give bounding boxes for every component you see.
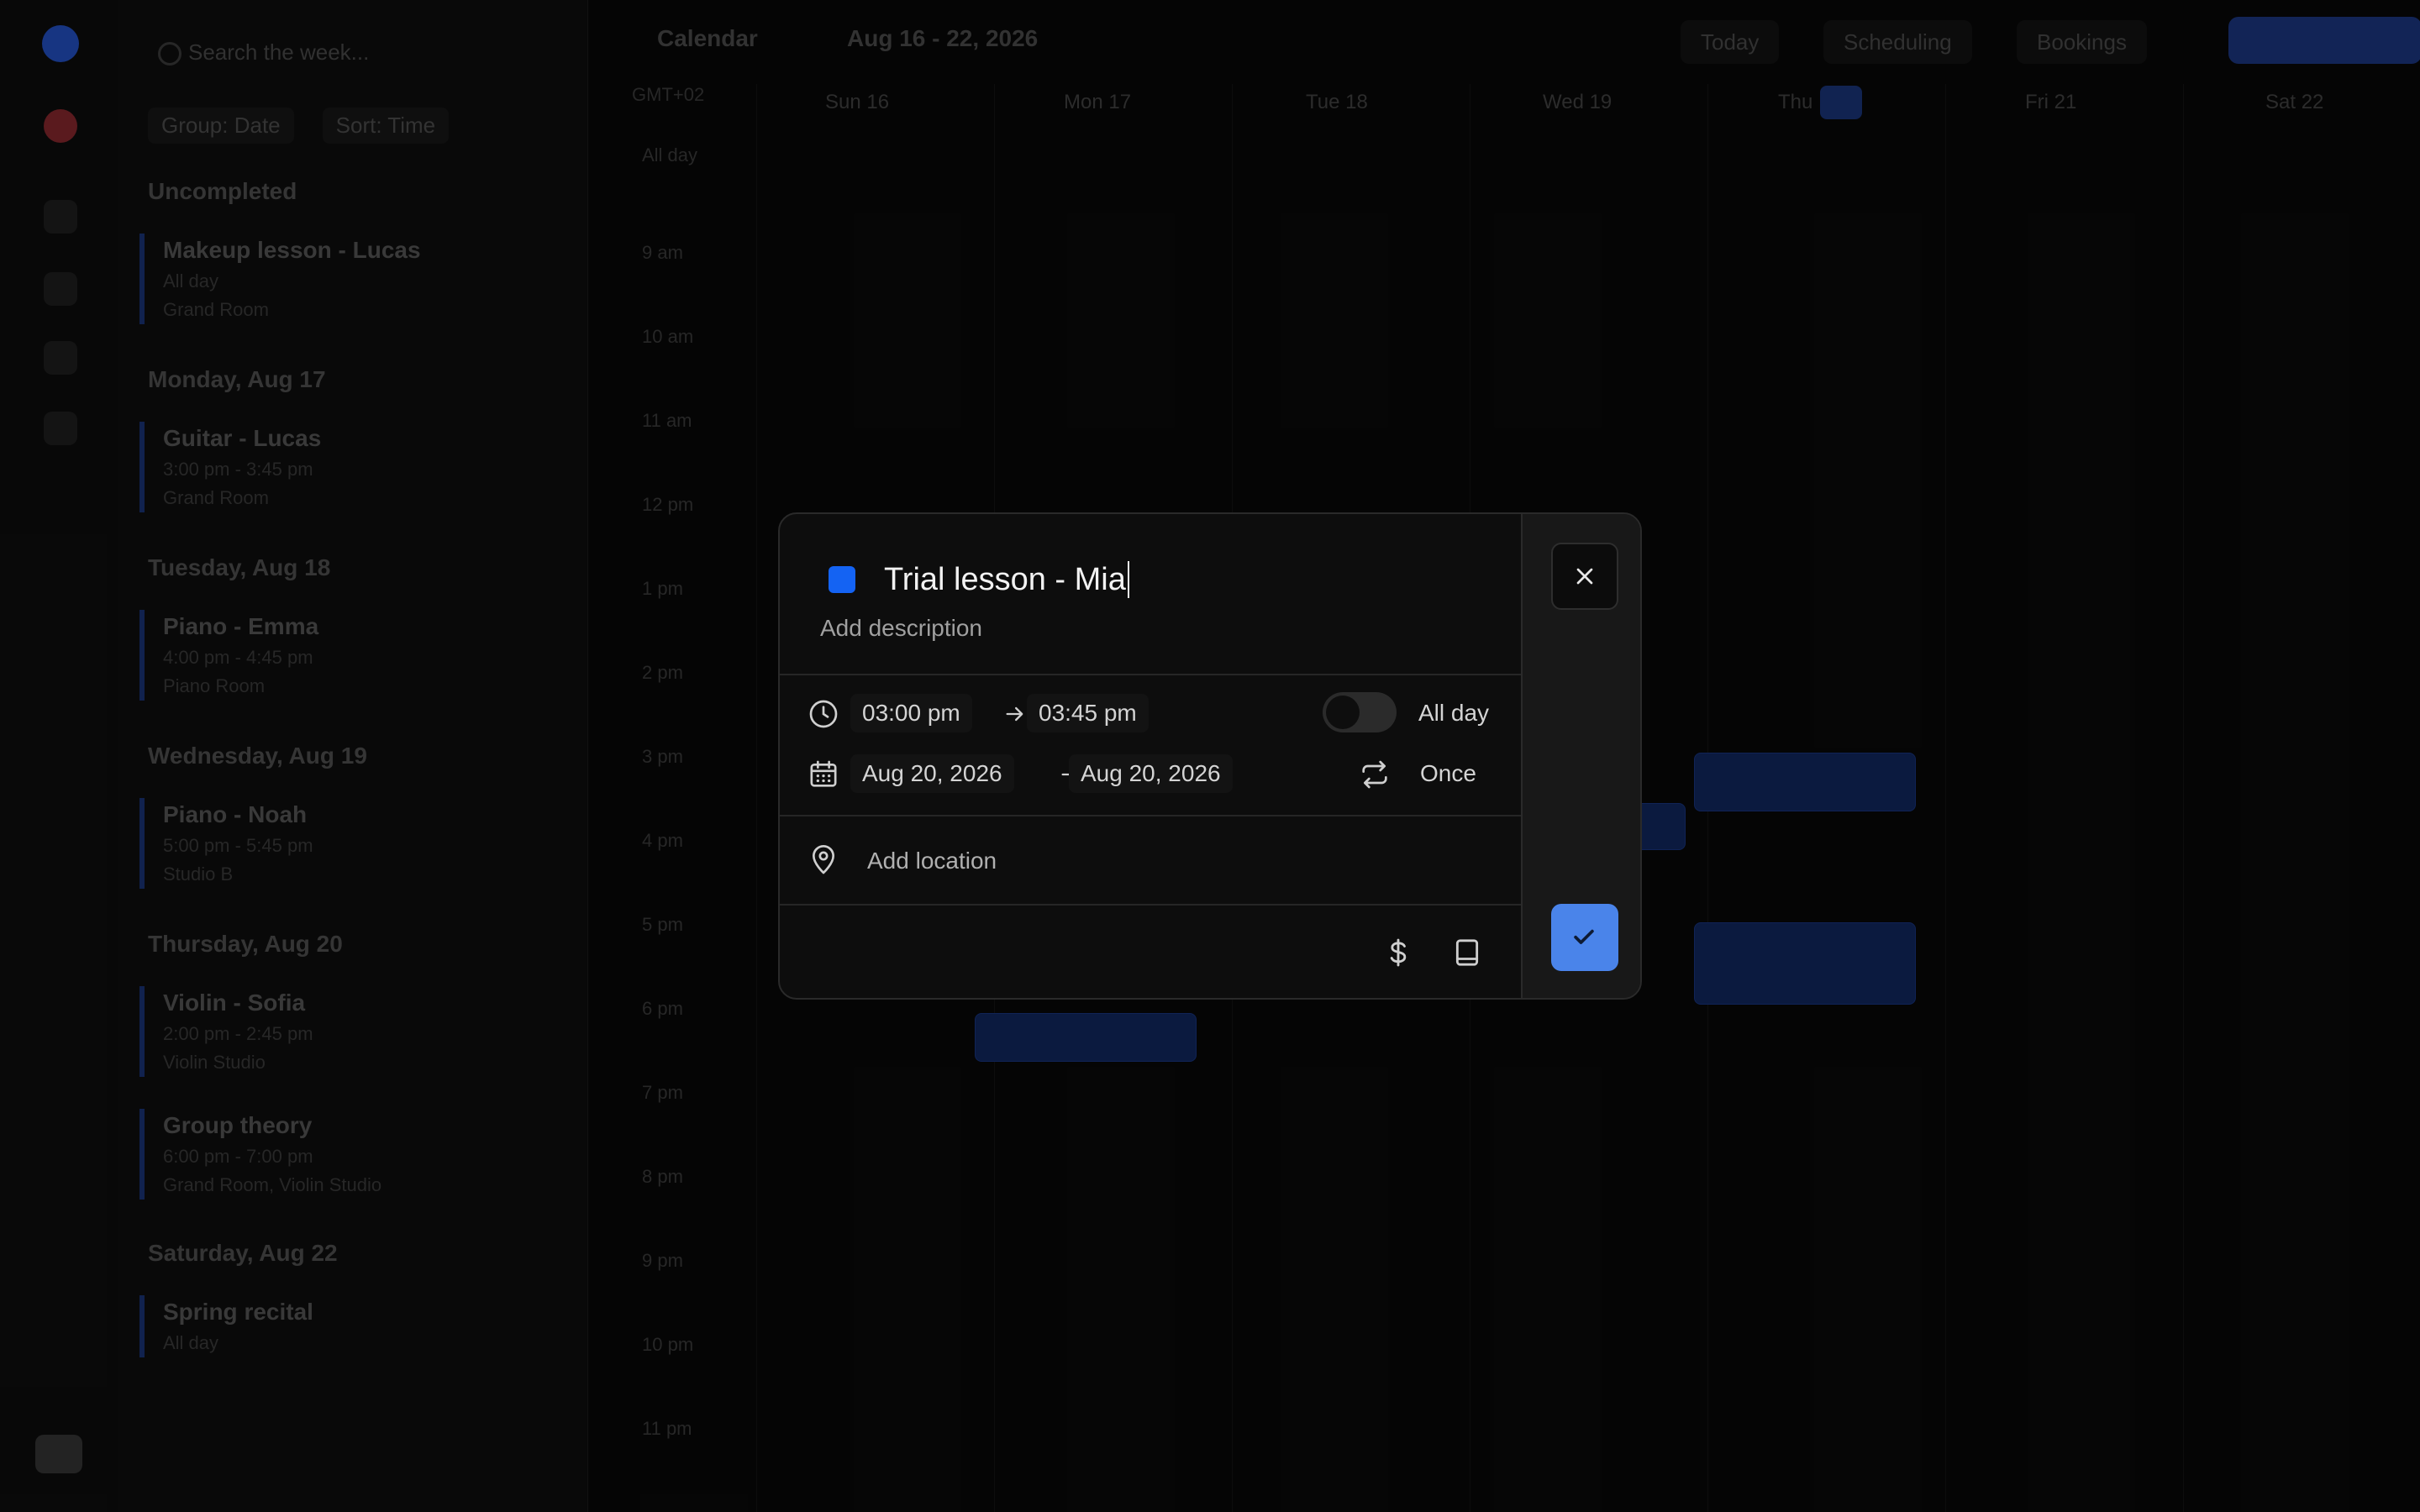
calendar-icon <box>810 760 837 787</box>
text-caret <box>1127 561 1129 598</box>
book-icon[interactable] <box>1450 936 1484 969</box>
end-time-field[interactable]: 03:45 pm <box>1027 694 1149 732</box>
modal-action-column <box>1521 514 1640 998</box>
end-date-field[interactable]: Aug 20, 2026 <box>1069 754 1233 793</box>
arrow-right-icon <box>1006 706 1023 722</box>
location-input[interactable]: Add location <box>867 842 997 880</box>
save-button[interactable] <box>1551 904 1618 971</box>
toggle-knob <box>1326 696 1360 729</box>
all-day-label: All day <box>1418 700 1490 726</box>
dollar-icon[interactable] <box>1381 936 1415 969</box>
repeat-select[interactable]: Once <box>1420 754 1476 793</box>
close-icon <box>1576 568 1593 585</box>
location-pin-icon <box>813 845 834 874</box>
start-time-field[interactable]: 03:00 pm <box>850 694 972 732</box>
event-editor-modal: Trial lesson - Mia Add description 03:00… <box>778 512 1642 1000</box>
divider <box>780 904 1521 906</box>
divider <box>780 674 1521 675</box>
event-color-picker[interactable] <box>829 566 855 593</box>
event-title-input[interactable]: Trial lesson - Mia <box>884 556 1129 603</box>
divider <box>780 815 1521 816</box>
clock-icon <box>809 700 838 728</box>
event-title-text: Trial lesson - Mia <box>884 562 1126 597</box>
all-day-toggle[interactable] <box>1323 692 1397 732</box>
start-date-field[interactable]: Aug 20, 2026 <box>850 754 1014 793</box>
description-input[interactable]: Add description <box>820 615 982 642</box>
event-editor-form: Trial lesson - Mia Add description 03:00… <box>780 514 1521 998</box>
check-icon <box>1574 929 1594 944</box>
close-button[interactable] <box>1551 543 1618 610</box>
repeat-icon[interactable] <box>1358 758 1392 791</box>
